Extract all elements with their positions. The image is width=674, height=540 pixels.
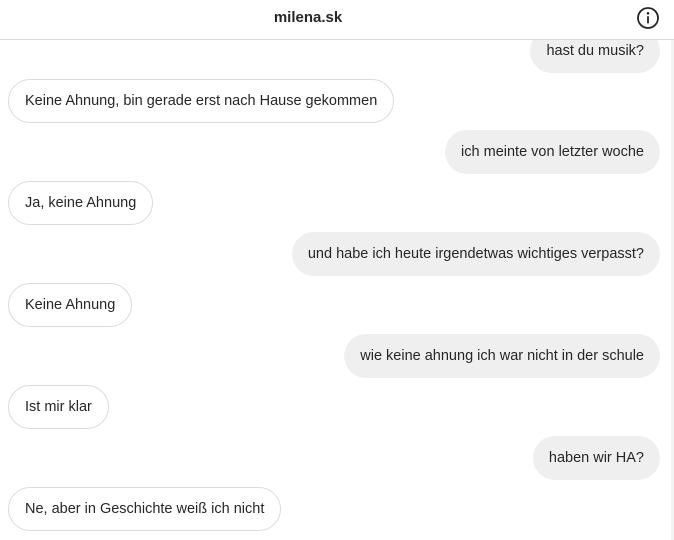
message-list[interactable]: hast du musik? Keine Ahnung, bin gerade … [0,29,674,540]
message-incoming[interactable]: Keine Ahnung [8,283,133,327]
chat-header: milena.sk [0,0,674,40]
message-incoming[interactable]: Keine Ahnung, bin gerade erst nach Hause… [8,79,395,123]
message-outgoing[interactable]: und habe ich heute irgendetwas wichtiges… [291,232,660,276]
chat-window: milena.sk hast du musik? Keine Ahnung, b… [0,0,674,540]
info-icon[interactable] [636,6,660,30]
message-incoming[interactable]: Ja, keine Ahnung [8,181,154,225]
conversation-title[interactable]: milena.sk [0,0,674,39]
message-incoming[interactable]: Ist mir klar [8,385,109,429]
message-outgoing[interactable]: haben wir HA? [532,436,660,480]
message-incoming[interactable]: Ne, aber in Geschichte weiß ich nicht [8,487,282,531]
message-outgoing[interactable]: ich meinte von letzter woche [445,130,660,174]
message-outgoing[interactable]: wie keine ahnung ich war nicht in der sc… [344,334,660,378]
